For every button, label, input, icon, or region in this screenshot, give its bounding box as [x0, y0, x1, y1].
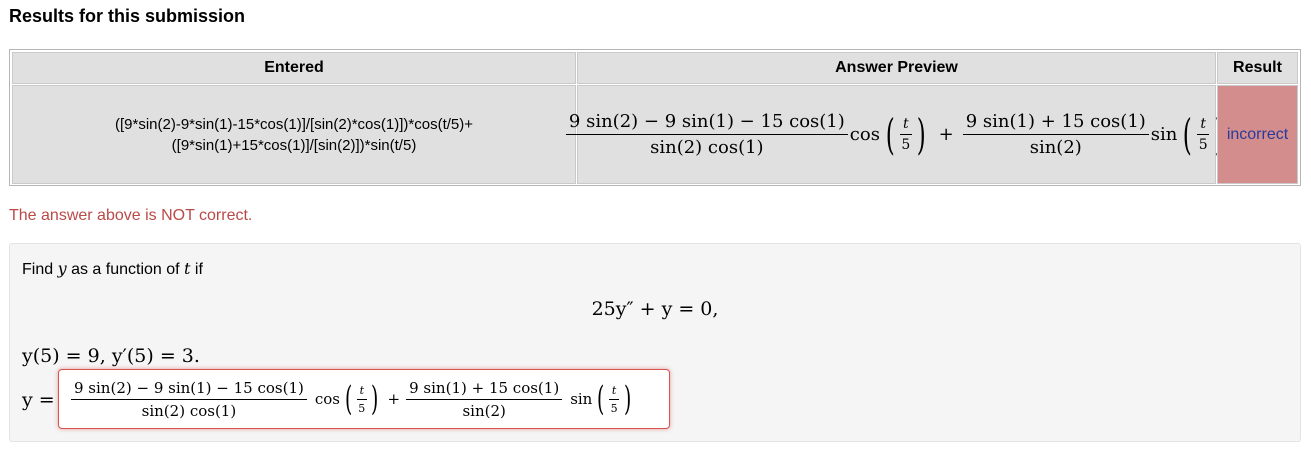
- preview-arg-1-denominator: 5: [901, 137, 911, 153]
- answer-fraction-2-denominator: sin(2): [462, 401, 506, 420]
- preview-arg-1: t 5: [898, 116, 913, 153]
- left-paren: (: [345, 379, 353, 419]
- answer-arg-2-denominator: 5: [610, 401, 618, 415]
- result-status-incorrect: incorrect: [1217, 85, 1298, 184]
- answer-input-expression: 9 sin(2) − 9 sin(1) − 15 cos(1) sin(2) c…: [71, 379, 634, 420]
- entered-line-2: ([9*sin(1)+15*cos(1)]/[sin(2)])*sin(t/5): [171, 136, 417, 154]
- answer-arg-1-denominator: 5: [358, 401, 366, 415]
- feedback-message: The answer above is NOT correct.: [9, 207, 253, 224]
- answer-preview-header: Answer Preview: [577, 52, 1216, 84]
- initial-conditions: y(5) = 9, y′(5) = 3.: [22, 345, 200, 367]
- answer-input[interactable]: 9 sin(2) − 9 sin(1) − 15 cos(1) sin(2) c…: [58, 369, 670, 429]
- preview-arg-1-numerator: t: [899, 116, 912, 135]
- answer-preview-cell: 9 sin(2) − 9 sin(1) − 15 cos(1) sin(2) c…: [565, 85, 1223, 184]
- answer-fraction-1-numerator: 9 sin(2) − 9 sin(1) − 15 cos(1): [71, 379, 307, 400]
- right-paren: ): [623, 379, 631, 419]
- preview-fraction-2: 9 sin(1) + 15 cos(1) sin(2): [962, 111, 1149, 158]
- preview-fraction-1: 9 sin(2) − 9 sin(1) − 15 cos(1) sin(2) c…: [565, 111, 848, 158]
- answer-fraction-1-denominator: sin(2) cos(1): [141, 401, 237, 420]
- left-paren: (: [885, 109, 895, 159]
- answer-cos: cos: [314, 390, 341, 408]
- entered-line-1: ([9*sin(2)-9*sin(1)-15*cos(1)]/[sin(2)*c…: [114, 115, 473, 133]
- entered-cell: ([9*sin(2)-9*sin(1)-15*cos(1)]/[sin(2)*c…: [12, 85, 576, 184]
- answer-preview-expression: 9 sin(2) − 9 sin(1) − 15 cos(1) sin(2) c…: [565, 109, 1227, 159]
- preview-arg-2-denominator: 5: [1198, 137, 1208, 153]
- answer-fraction-2-numerator: 9 sin(1) + 15 cos(1): [406, 379, 563, 400]
- preview-fraction-2-numerator: 9 sin(1) + 15 cos(1): [962, 111, 1149, 135]
- preview-arg-2-numerator: t: [1197, 116, 1210, 135]
- left-paren: (: [597, 379, 605, 419]
- problem-panel: Find y as a function of t if 25y″ + y = …: [9, 243, 1301, 442]
- right-paren: ): [371, 379, 379, 419]
- differential-equation: 25y″ + y = 0,: [591, 298, 719, 320]
- left-paren: (: [1183, 109, 1193, 159]
- answer-arg-2: t 5: [608, 384, 621, 415]
- preview-arg-2: t 5: [1196, 116, 1211, 153]
- preview-plus: +: [938, 124, 954, 145]
- result-header: Result: [1217, 52, 1298, 84]
- answer-fraction-1: 9 sin(2) − 9 sin(1) − 15 cos(1) sin(2) c…: [71, 379, 307, 420]
- problem-statement: Find y as a function of t if: [22, 259, 203, 279]
- answer-arg-1-numerator: t: [356, 384, 367, 400]
- answer-arg-1: t 5: [355, 384, 368, 415]
- answer-plus: +: [387, 390, 401, 408]
- preview-fraction-1-numerator: 9 sin(2) − 9 sin(1) − 15 cos(1): [565, 111, 848, 135]
- find-var-y: y: [57, 259, 67, 278]
- answer-fraction-2: 9 sin(1) + 15 cos(1) sin(2): [406, 379, 563, 420]
- preview-cos: cos: [849, 124, 880, 145]
- find-prefix: Find: [22, 261, 58, 278]
- results-table: Entered Answer Preview Result ([9*sin(2)…: [9, 49, 1301, 186]
- answer-arg-2-numerator: t: [608, 384, 620, 400]
- entered-header: Entered: [12, 52, 576, 84]
- answer-sin: sin: [570, 390, 593, 408]
- find-mid: as a function of: [66, 261, 185, 278]
- right-paren: ): [916, 109, 926, 159]
- preview-fraction-1-denominator: sin(2) cos(1): [650, 137, 764, 158]
- preview-sin: sin: [1150, 124, 1178, 145]
- y-equals-label: y =: [22, 389, 55, 411]
- find-suffix: if: [190, 261, 203, 278]
- results-heading: Results for this submission: [9, 6, 246, 26]
- preview-fraction-2-denominator: sin(2): [1029, 137, 1082, 158]
